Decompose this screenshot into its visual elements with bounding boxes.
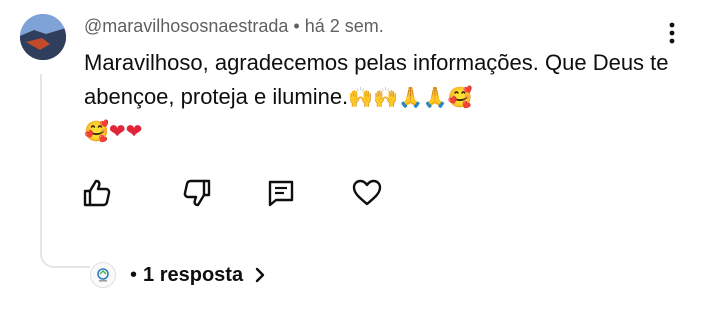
- comment-text: Maravilhoso, agradecemos pelas informaçõ…: [84, 46, 684, 148]
- meta-separator: •: [288, 16, 305, 36]
- comment-meta: @maravilhososnaestrada • há 2 sem.: [84, 16, 384, 37]
- raising-hands-icon: 🙌: [373, 85, 398, 109]
- like-button[interactable]: [80, 176, 114, 210]
- comment-time: há 2 sem.: [304, 16, 384, 36]
- author-avatar[interactable]: [20, 14, 66, 60]
- replies-dot: •: [130, 263, 138, 286]
- thumbs-down-icon: [183, 179, 211, 207]
- red-heart-icon: ❤: [125, 119, 143, 143]
- heart-icon: [352, 179, 382, 206]
- reply-button[interactable]: [264, 176, 298, 210]
- avatar-image: [20, 14, 66, 60]
- red-heart-icon: ❤: [108, 119, 126, 143]
- chevron-right-icon: [255, 267, 265, 283]
- thumbs-up-icon: [83, 179, 111, 207]
- more-options-button[interactable]: [660, 18, 684, 48]
- raising-hands-icon: 🙌: [348, 85, 374, 109]
- folded-hands-icon: 🙏: [422, 85, 448, 109]
- replies-count-label: 1 resposta: [143, 263, 244, 286]
- comment-icon: [268, 180, 294, 207]
- dislike-button[interactable]: [180, 176, 214, 210]
- smiling-face-with-hearts-icon: 🥰: [447, 85, 473, 109]
- heart-button[interactable]: [350, 176, 384, 210]
- thread-line: [40, 74, 90, 268]
- more-vert-icon: [669, 22, 675, 44]
- comment-actions: [0, 176, 714, 212]
- folded-hands-icon: 🙏: [397, 85, 423, 109]
- channel-logo-icon: [97, 268, 109, 282]
- view-replies-button[interactable]: • 1 resposta: [90, 258, 267, 292]
- smiling-face-with-hearts-icon: 🥰: [84, 119, 109, 143]
- author-handle[interactable]: @maravilhososnaestrada: [84, 16, 288, 36]
- reply-author-avatar: [90, 262, 116, 288]
